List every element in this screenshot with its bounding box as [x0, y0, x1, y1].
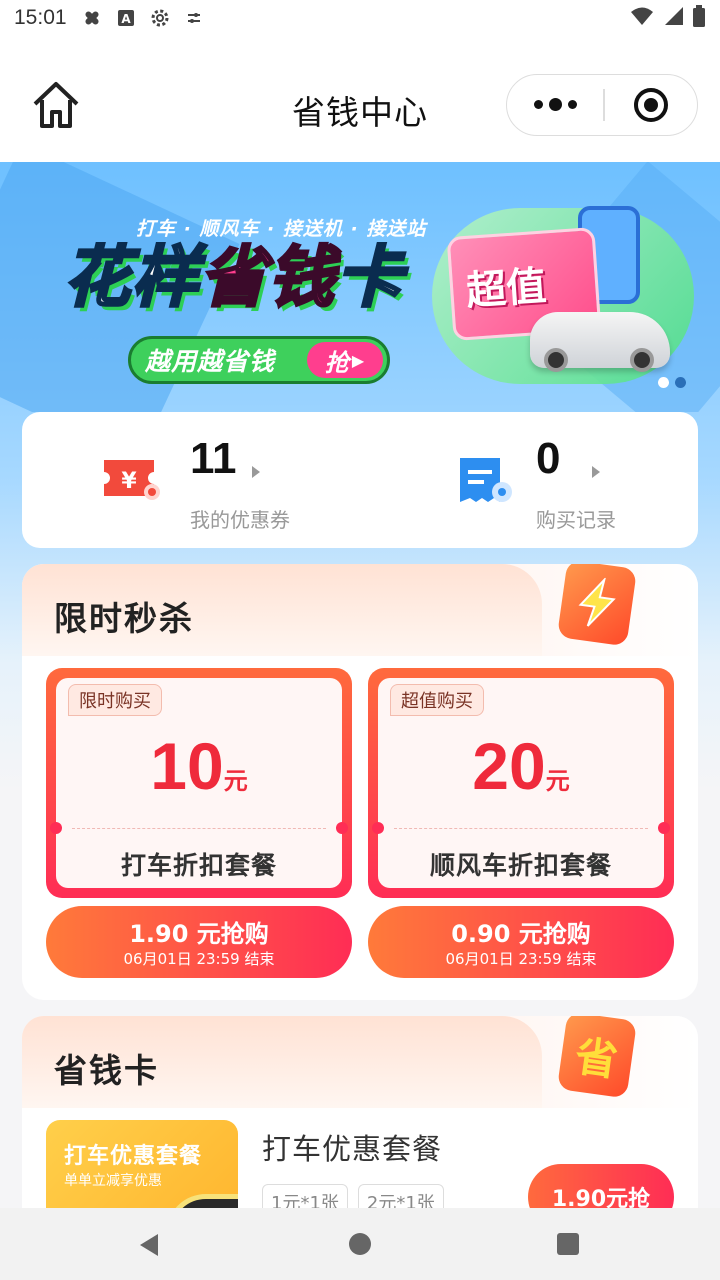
coupon-count: 11 — [190, 434, 237, 483]
car-wheel — [544, 348, 568, 372]
deal-price: 10元 — [56, 728, 342, 804]
save-badge-text: 省 — [572, 1030, 621, 1086]
ticket-notch — [50, 822, 62, 834]
package-chip: 2元*1张 — [357, 1184, 444, 1208]
play-icon: ▶ — [351, 350, 366, 370]
save-badge-icon: 省 — [556, 1016, 638, 1099]
target-close-icon — [634, 87, 668, 122]
deal-ticket-inner: 超值购买 20元 顺风车折扣套餐 — [372, 678, 670, 888]
flash-sale-section: 限时秒杀 限时购买 10元 打车折扣套餐 1.90 元抢购 06月01日 23:… — [22, 564, 698, 1000]
pagination-dot — [658, 377, 669, 388]
package-title: 打车优惠套餐 — [262, 1132, 443, 1166]
deal-end-time: 06月01日 23:59 结束 — [445, 950, 597, 968]
banner-subtitle: 打车 · 顺风车 · 接送机 · 接送站 — [136, 218, 427, 240]
savings-card-title: 省钱卡 — [54, 1051, 159, 1090]
package-image-subtitle: 单单立减享优惠 — [64, 1173, 162, 1189]
close-button[interactable] — [605, 75, 697, 134]
deal-ticket: 限时购买 10元 打车折扣套餐 — [46, 668, 352, 898]
savings-card-section: 省钱卡 省 打车优惠套餐 单单立减享优惠 打车优惠套餐 1元*1张 2元*1张 … — [22, 1016, 698, 1208]
banner-slogan[interactable]: 越用越省钱 抢 ▶ — [128, 336, 390, 384]
summary-card: ¥ 11 我的优惠券 0 购买记录 — [22, 412, 698, 548]
headline-part-1: 花样 — [63, 238, 200, 317]
signal-icon — [662, 6, 684, 31]
bandage-icon — [81, 7, 103, 29]
svg-text:A: A — [121, 12, 131, 26]
deal-buy-button[interactable]: 0.90 元抢购 06月01日 23:59 结束 — [368, 906, 674, 978]
package-chip: 1元*1张 — [262, 1184, 348, 1208]
deal-end-time: 06月01日 23:59 结束 — [123, 950, 275, 968]
receipt-icon — [454, 454, 520, 506]
home-circle-icon — [349, 1233, 371, 1255]
deal-amount: 10 — [150, 729, 224, 803]
deal-price: 20元 — [378, 728, 664, 804]
deal-unit: 元 — [545, 768, 570, 795]
wifi-icon — [630, 6, 654, 31]
purchase-records-entry[interactable]: 0 购买记录 — [360, 412, 698, 548]
headline-part-2: 省钱 — [199, 238, 336, 317]
system-navigation-bar — [0, 1208, 720, 1280]
back-button[interactable] — [136, 1232, 162, 1262]
slogan-text: 越用越省钱 — [145, 347, 276, 376]
record-label: 购买记录 — [536, 508, 616, 532]
status-time: 15:01 — [14, 6, 67, 29]
grab-button[interactable]: 抢 ▶ — [307, 342, 383, 378]
car-illustration — [166, 1194, 238, 1208]
battery-icon — [692, 4, 706, 32]
page-content[interactable]: 打车 · 顺风车 · 接送机 · 接送站 花样省钱卡 越用越省钱 抢▶ 超值 — [0, 162, 720, 1208]
deal-ticket-inner: 限时购买 10元 打车折扣套餐 — [50, 678, 348, 888]
lightning-icon — [556, 564, 638, 647]
navigation-bar: 省钱中心 — [0, 36, 720, 162]
ticket-notch — [372, 822, 384, 834]
status-bar: 15:01 A — [0, 0, 720, 36]
package-chips: 1元*1张 2元*1张 — [262, 1184, 444, 1208]
back-triangle-icon — [140, 1234, 158, 1256]
deal-unit: 元 — [223, 768, 248, 795]
record-count: 0 — [536, 434, 561, 483]
dashed-divider — [72, 828, 326, 829]
more-dots-icon — [533, 100, 543, 109]
deal-tag: 超值购买 — [390, 684, 484, 716]
my-coupons-entry[interactable]: ¥ 11 我的优惠券 — [22, 412, 360, 548]
headline-part-3: 卡 — [335, 238, 404, 317]
settings-icon — [149, 7, 171, 29]
car-illustration — [530, 312, 670, 372]
dashed-divider — [394, 828, 648, 829]
more-button[interactable] — [507, 75, 603, 134]
package-buy-button[interactable]: 1.90元抢 — [528, 1164, 674, 1208]
deal-name: 顺风车折扣套餐 — [429, 851, 612, 880]
recents-button[interactable] — [556, 1232, 580, 1260]
grab-label: 抢 — [324, 348, 350, 377]
chevron-right-icon — [252, 466, 260, 478]
coupon-icon: ¥ — [100, 454, 166, 506]
deal-buy-price: 1.90 元抢购 — [129, 920, 269, 948]
deal-name: 打车折扣套餐 — [120, 851, 277, 880]
ticket-notch — [658, 822, 670, 834]
pagination-dot-active — [675, 377, 686, 388]
banner-pagination — [658, 377, 686, 388]
coupon-label: 我的优惠券 — [190, 508, 290, 532]
banner-headline: 花样省钱卡 — [63, 238, 404, 317]
deal-buy-price: 0.90 元抢购 — [451, 920, 591, 948]
svg-text:¥: ¥ — [121, 469, 137, 494]
package-image[interactable]: 打车优惠套餐 单单立减享优惠 — [46, 1120, 238, 1208]
flash-sale-title: 限时秒杀 — [54, 599, 194, 638]
ticket-notch — [336, 822, 348, 834]
recents-square-icon — [557, 1233, 579, 1255]
card-illustration-text: 超值 — [464, 263, 548, 315]
promo-banner[interactable]: 打车 · 顺风车 · 接送机 · 接送站 花样省钱卡 越用越省钱 抢 ▶ 超值 — [0, 162, 720, 412]
chevron-right-icon — [592, 466, 600, 478]
font-icon: A — [115, 7, 137, 29]
home-system-button[interactable] — [348, 1232, 372, 1260]
miniprogram-capsule — [506, 74, 698, 136]
package-image-title: 打车优惠套餐 — [64, 1144, 203, 1169]
car-wheel — [630, 348, 654, 372]
more-dot-right — [567, 100, 577, 109]
deal-ticket: 超值购买 20元 顺风车折扣套餐 — [368, 668, 674, 898]
sliders-icon — [183, 7, 205, 29]
more-dot-center — [548, 98, 562, 111]
deal-amount: 20 — [472, 729, 546, 803]
deal-tag: 限时购买 — [68, 684, 162, 716]
banner-illustration: 超值 — [432, 202, 700, 402]
deal-buy-button[interactable]: 1.90 元抢购 06月01日 23:59 结束 — [46, 906, 352, 978]
